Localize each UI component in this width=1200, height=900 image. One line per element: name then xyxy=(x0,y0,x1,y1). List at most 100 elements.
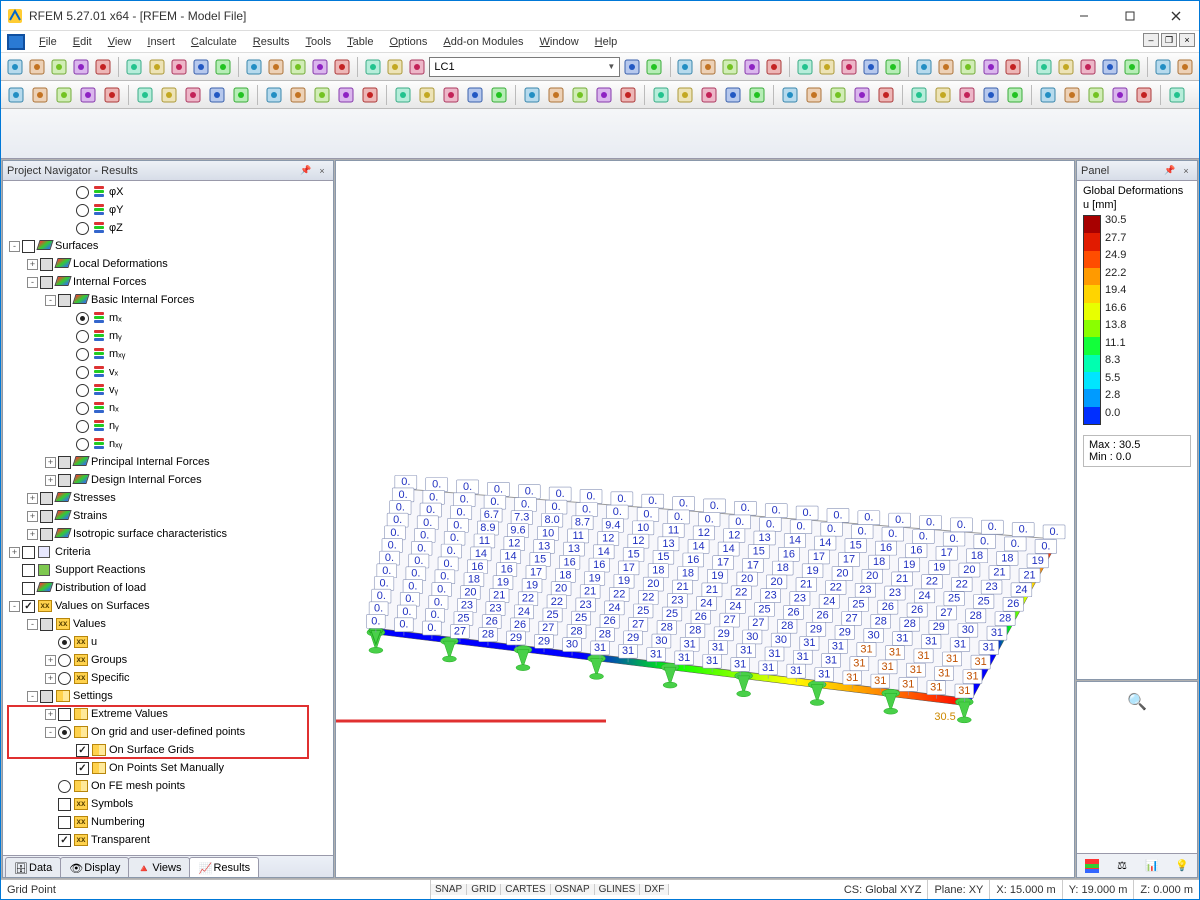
toolbar-button[interactable] xyxy=(795,56,815,78)
nav-tab-data[interactable]: 🗄Data xyxy=(5,857,61,877)
load-case-dropdown[interactable]: LC1▼ xyxy=(429,57,620,77)
toolbar-button[interactable] xyxy=(385,56,405,78)
toolbar-button[interactable] xyxy=(169,56,189,78)
checkbox[interactable] xyxy=(22,564,35,577)
panel-close-icon[interactable]: × xyxy=(315,164,329,178)
radio-button[interactable] xyxy=(76,348,89,361)
nav-tab-results[interactable]: 📈Results xyxy=(189,857,259,877)
collapse-icon[interactable]: - xyxy=(9,241,20,252)
toolbar-button[interactable] xyxy=(746,84,768,106)
toolbar-button[interactable] xyxy=(335,84,357,106)
navigator-tree[interactable]: φXφYφZ-Surfaces+Local Deformations-Inter… xyxy=(3,181,333,855)
expand-icon[interactable]: + xyxy=(45,475,56,486)
toolbar-button[interactable] xyxy=(1078,56,1098,78)
collapse-icon[interactable]: - xyxy=(9,601,20,612)
toolbar-button[interactable] xyxy=(875,84,897,106)
nav-tab-display[interactable]: 👁Display xyxy=(60,857,129,877)
tree-row[interactable]: +Principal Internal Forces xyxy=(3,453,333,471)
tree-row[interactable]: -Surfaces xyxy=(3,237,333,255)
tree-row[interactable]: +Strains xyxy=(3,507,333,525)
radio-button[interactable] xyxy=(58,654,71,667)
toolbar-button[interactable] xyxy=(569,84,591,106)
checkbox[interactable]: ✓ xyxy=(22,600,35,613)
menu-insert[interactable]: Insert xyxy=(139,34,183,50)
toolbar-button[interactable] xyxy=(1056,56,1076,78)
menu-add-on-modules[interactable]: Add-on Modules xyxy=(435,34,531,50)
legend-tool-4[interactable]: 💡 xyxy=(1173,857,1191,875)
toolbar-button[interactable] xyxy=(213,56,233,78)
legend-tool-3[interactable]: 📊 xyxy=(1143,857,1161,875)
model-viewport[interactable]: 0.0.0.0.0.0.0.0.0.0.0.0.0.0.0.0.0.0.0.0.… xyxy=(335,160,1075,878)
toolbar-button[interactable] xyxy=(1166,84,1188,106)
maximize-button[interactable] xyxy=(1107,1,1153,31)
toolbar-button[interactable] xyxy=(1037,84,1059,106)
status-toggle-dxf[interactable]: DXF xyxy=(640,884,669,895)
toolbar-button[interactable] xyxy=(1003,56,1023,78)
checkbox[interactable] xyxy=(22,582,35,595)
toolbar-button[interactable] xyxy=(908,84,930,106)
tree-row[interactable]: +xxSpecific xyxy=(3,669,333,687)
checkbox-disabled[interactable] xyxy=(40,690,53,703)
toolbar-button[interactable] xyxy=(722,84,744,106)
tree-row[interactable]: ✓On Points Set Manually xyxy=(3,759,333,777)
toolbar-button[interactable] xyxy=(1085,84,1107,106)
toolbar-button[interactable] xyxy=(363,56,383,78)
toolbar-button[interactable] xyxy=(71,56,91,78)
status-toggle-cartes[interactable]: CARTES xyxy=(501,884,550,895)
radio-button[interactable] xyxy=(76,420,89,433)
magnifier-icon[interactable]: 🔍 xyxy=(1127,692,1147,712)
radio-button[interactable] xyxy=(58,780,71,793)
tree-row[interactable]: mₓ xyxy=(3,309,333,327)
toolbar-button[interactable] xyxy=(644,56,664,78)
toolbar-button[interactable] xyxy=(5,56,25,78)
toolbar-button[interactable] xyxy=(1133,84,1155,106)
mdi-system-icon[interactable] xyxy=(7,34,25,50)
toolbar-button[interactable] xyxy=(191,56,211,78)
collapse-icon[interactable]: - xyxy=(27,691,38,702)
checkbox-disabled[interactable] xyxy=(40,528,53,541)
tree-row[interactable]: +Stresses xyxy=(3,489,333,507)
menu-help[interactable]: Help xyxy=(587,34,626,50)
close-button[interactable] xyxy=(1153,1,1199,31)
toolbar-button[interactable] xyxy=(675,56,695,78)
mdi-restore-button[interactable]: ❐ xyxy=(1161,33,1177,47)
toolbar-button[interactable] xyxy=(742,56,762,78)
radio-button[interactable] xyxy=(58,636,71,649)
legend-tool-1[interactable] xyxy=(1083,857,1101,875)
menu-calculate[interactable]: Calculate xyxy=(183,34,245,50)
toolbar-button[interactable] xyxy=(1061,84,1083,106)
minimize-button[interactable] xyxy=(1061,1,1107,31)
radio-button[interactable] xyxy=(76,186,89,199)
toolbar-button[interactable] xyxy=(244,56,264,78)
menu-tools[interactable]: Tools xyxy=(297,34,339,50)
checkbox[interactable] xyxy=(22,546,35,559)
mdi-close-button[interactable]: × xyxy=(1179,33,1195,47)
toolbar-button[interactable] xyxy=(720,56,740,78)
tree-row[interactable]: +Extreme Values xyxy=(3,705,333,723)
expand-icon[interactable]: + xyxy=(27,529,38,540)
status-toggle-glines[interactable]: GLINES xyxy=(595,884,641,895)
expand-icon[interactable]: + xyxy=(27,493,38,504)
collapse-icon[interactable]: - xyxy=(27,619,38,630)
toolbar-button[interactable] xyxy=(1004,84,1026,106)
toolbar-button[interactable] xyxy=(956,84,978,106)
toolbar-button[interactable] xyxy=(158,84,180,106)
expand-icon[interactable]: + xyxy=(45,457,56,468)
toolbar-button[interactable] xyxy=(650,84,672,106)
radio-button[interactable] xyxy=(76,222,89,235)
mdi-minimize-button[interactable]: – xyxy=(1143,33,1159,47)
toolbar-button[interactable] xyxy=(464,84,486,106)
toolbar-button[interactable] xyxy=(182,84,204,106)
toolbar-button[interactable] xyxy=(779,84,801,106)
tree-row[interactable]: nₓ xyxy=(3,399,333,417)
toolbar-button[interactable] xyxy=(817,56,837,78)
toolbar-button[interactable] xyxy=(287,84,309,106)
toolbar-button[interactable] xyxy=(861,56,881,78)
radio-button[interactable] xyxy=(76,330,89,343)
toolbar-button[interactable] xyxy=(288,56,308,78)
expand-icon[interactable]: + xyxy=(45,709,56,720)
checkbox-disabled[interactable] xyxy=(40,258,53,271)
nav-tab-views[interactable]: 🔺Views xyxy=(128,857,190,877)
checkbox[interactable]: ✓ xyxy=(76,744,89,757)
toolbar-button[interactable] xyxy=(93,56,113,78)
